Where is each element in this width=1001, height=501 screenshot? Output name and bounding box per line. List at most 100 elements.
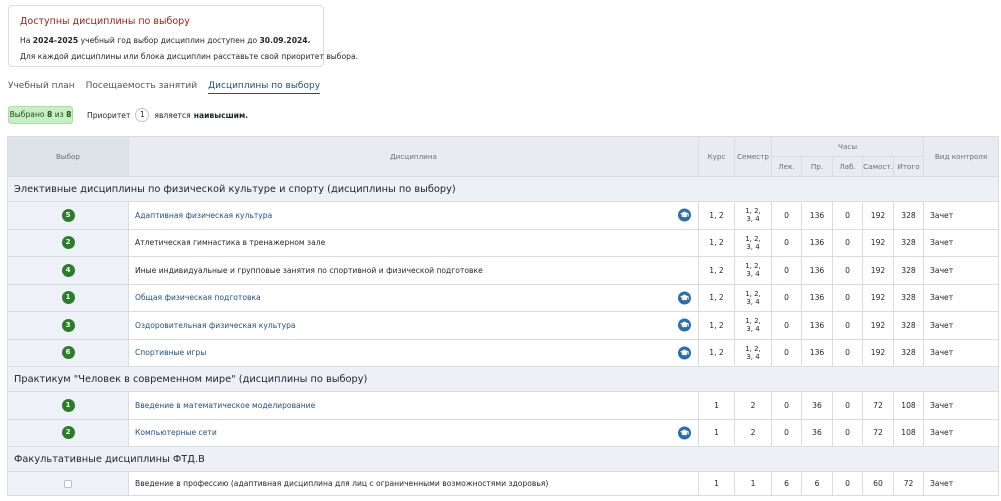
semester-line-1: 1, 2, <box>745 207 761 216</box>
priority-badge[interactable]: 3 <box>61 318 75 332</box>
lab-cell: 0 <box>832 311 863 340</box>
discipline-cell: Компьютерные сети <box>128 418 699 447</box>
priority-badge[interactable]: 4 <box>61 263 75 277</box>
priority-note-prefix: Приоритет <box>87 110 131 120</box>
select-cell[interactable] <box>7 471 129 496</box>
self-study-cell: 72 <box>862 418 894 447</box>
header-total: Итого <box>892 156 925 177</box>
section-title: Факультативные дисциплины ФТД.В <box>6 446 1000 472</box>
control-cell: Зачет <box>923 201 1000 230</box>
pr-cell: 36 <box>801 418 833 447</box>
graduation-cap-icon[interactable] <box>678 426 691 440</box>
control-cell: Зачет <box>923 418 1000 447</box>
self-study-cell: 192 <box>862 283 894 312</box>
semester-cell: 1, 2, 3, 4 <box>734 338 772 367</box>
select-cell[interactable]: 3 <box>7 311 129 340</box>
discipline-name: Иные индивидуальные и групповые занятия … <box>135 265 483 275</box>
select-cell[interactable]: 6 <box>7 338 129 367</box>
control-cell: Зачет <box>923 311 1000 340</box>
discipline-link[interactable]: Оздоровительная физическая культура <box>135 321 296 330</box>
header-self: Самост. <box>862 156 894 177</box>
discipline-name: Введение в профессию (адаптивная дисципл… <box>135 479 549 488</box>
discipline-cell: Спортивные игры <box>128 338 699 367</box>
select-cell[interactable]: 5 <box>7 201 129 230</box>
control-cell: Зачет <box>923 256 1000 285</box>
tab-attendance[interactable]: Посещаемость занятий <box>86 80 197 94</box>
graduation-cap-icon[interactable] <box>678 318 691 332</box>
pr-cell: 136 <box>801 228 833 257</box>
priority-badge[interactable]: 5 <box>61 208 75 222</box>
graduation-cap-icon[interactable] <box>678 346 691 360</box>
priority-badge[interactable]: 1 <box>61 291 75 305</box>
table-row: 3 Оздоровительная физическая культура 1, 2… <box>7 311 1000 340</box>
header-select: Выбор <box>7 136 129 177</box>
priority-note-middle: является <box>154 110 191 120</box>
lab-cell: 0 <box>832 418 863 447</box>
semester-line-2: 3, 4 <box>746 352 760 361</box>
total-cell: 108 <box>892 418 925 447</box>
course-cell: 1, 2 <box>698 228 735 257</box>
semester-stack: 1, 2, 3, 4 <box>745 345 761 361</box>
discipline-cell: Оздоровительная физическая культура <box>128 311 699 340</box>
tab-curriculum[interactable]: Учебный план <box>8 80 75 94</box>
total-cell: 328 <box>892 311 925 340</box>
header-hours: Часы <box>770 136 925 157</box>
semester-stack: 1, 2, 3, 4 <box>745 262 761 278</box>
course-cell: 1, 2 <box>698 311 735 340</box>
notice-box: Доступны дисциплины по выбору На 2024-20… <box>8 5 358 67</box>
semester-cell: 1, 2, 3, 4 <box>734 256 772 285</box>
semester-stack: 1, 2, 3, 4 <box>745 207 761 223</box>
pr-cell: 136 <box>801 338 833 367</box>
header-semester: Семестр <box>734 136 772 177</box>
total-cell: 328 <box>892 228 925 257</box>
discipline-link[interactable]: Общая физическая подготовка <box>135 293 261 302</box>
lab-cell: 0 <box>832 256 863 285</box>
self-study-cell: 192 <box>862 311 894 340</box>
graduation-cap-icon[interactable] <box>678 291 691 305</box>
semester-line-1: 1, 2, <box>745 317 761 326</box>
tab-elective-disciplines[interactable]: Дисциплины по выбору <box>208 80 321 94</box>
priority-badge[interactable]: 2 <box>61 426 75 440</box>
selection-count-badge: Выбрано 8 из 8 <box>8 106 73 124</box>
pr-cell: 136 <box>801 283 833 312</box>
semester-cell: 1, 2, 3, 4 <box>734 201 772 230</box>
discipline-cell: Общая физическая подготовка <box>128 283 699 312</box>
graduation-cap-icon[interactable] <box>678 208 691 222</box>
lec-cell: 0 <box>771 338 802 367</box>
lab-cell: 0 <box>832 201 863 230</box>
self-study-cell: 192 <box>862 228 894 257</box>
select-cell[interactable]: 1 <box>7 391 129 420</box>
lab-cell: 0 <box>832 471 863 496</box>
semester-line-1: 1, 2, <box>745 289 761 298</box>
discipline-cell: Иные индивидуальные и групповые занятия … <box>128 256 699 285</box>
priority-badge[interactable]: 6 <box>61 346 75 360</box>
table-row: 1 Общая физическая подготовка 1, 2 1, 2, 3, … <box>7 283 1000 312</box>
semester-cell: 1, 2, 3, 4 <box>734 311 772 340</box>
self-study-cell: 192 <box>862 201 894 230</box>
discipline-link[interactable]: Введение в математическое моделирование <box>135 401 315 410</box>
select-cell[interactable]: 1 <box>7 283 129 312</box>
lec-cell: 0 <box>771 256 802 285</box>
discipline-link[interactable]: Спортивные игры <box>135 348 206 357</box>
control-cell: Зачет <box>923 338 1000 367</box>
select-cell[interactable]: 2 <box>7 418 129 447</box>
priority-badge[interactable]: 1 <box>61 398 75 412</box>
section-row: Практикум "Человек в современном мире" (… <box>6 366 1000 392</box>
select-checkbox[interactable] <box>64 480 72 488</box>
discipline-link[interactable]: Адаптивная физическая культура <box>135 211 272 220</box>
total-cell: 72 <box>892 471 925 496</box>
priority-badge[interactable]: 2 <box>61 236 75 250</box>
table-row: Введение в профессию (адаптивная дисципл… <box>7 471 1000 496</box>
pr-cell: 36 <box>801 391 833 420</box>
section-row: Факультативные дисциплины ФТД.В <box>6 446 1000 472</box>
notice-line-1: На 2024-2025 учебный год выбор дисциплин… <box>20 36 311 45</box>
discipline-link[interactable]: Компьютерные сети <box>135 428 217 437</box>
select-cell[interactable]: 4 <box>7 256 129 285</box>
section-title: Практикум "Человек в современном мире" (… <box>6 366 1000 392</box>
header-course: Курс <box>698 136 735 177</box>
header-control: Вид контроля <box>923 136 1000 177</box>
course-cell: 1, 2 <box>698 283 735 312</box>
control-cell: Зачет <box>923 391 1000 420</box>
select-cell[interactable]: 2 <box>7 228 129 257</box>
lec-cell: 0 <box>771 228 802 257</box>
